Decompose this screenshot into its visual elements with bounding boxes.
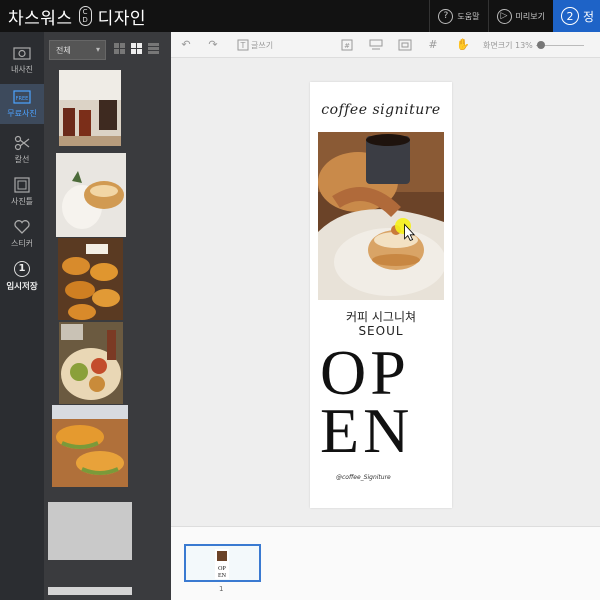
- rail-label: 칼선: [14, 155, 30, 164]
- svg-text:T: T: [240, 41, 246, 50]
- camera-icon: [13, 45, 31, 61]
- help-label: 도움말: [457, 11, 480, 21]
- brand-mark-icon: C D: [78, 6, 92, 26]
- poster-open-text[interactable]: OP EN: [320, 337, 446, 466]
- page-thumbnail-preview: OP EN: [215, 549, 229, 579]
- layout-icon[interactable]: [369, 39, 383, 51]
- page-thumbnail[interactable]: OP EN: [184, 544, 261, 582]
- rail-label: 임시저장: [6, 281, 38, 292]
- hand-icon[interactable]: ✋: [456, 39, 470, 51]
- rail-label: 내사진: [10, 65, 34, 74]
- rail-label: 무료사진: [7, 109, 37, 118]
- list-view-button[interactable]: [148, 43, 159, 54]
- page-strip: OP EN 1: [171, 526, 600, 600]
- preview-label: 미리보기: [515, 11, 545, 21]
- brand-mark-bottom: D: [82, 16, 88, 24]
- svg-text:#: #: [344, 42, 350, 50]
- asset-panel: 전체 ▾: [44, 32, 171, 600]
- help-button[interactable]: ? 도움말: [429, 0, 487, 32]
- zoom-slider-handle[interactable]: [537, 41, 545, 49]
- photo-thumbnail[interactable]: [59, 322, 123, 404]
- poster-city[interactable]: SEOUL: [310, 324, 452, 338]
- rail-item-stickers[interactable]: 스티커: [0, 214, 44, 254]
- tool-rail: 내사진 FREE 무료사진 칼선 사진틀 스티커 1 임시저장: [0, 32, 44, 600]
- photo-thumbnail[interactable]: [52, 405, 128, 487]
- editor-workspace: ↶ ↷ T 글쓰기 # # ✋ 화면크기 13% coffee signitur…: [171, 32, 600, 600]
- next-step-label: 정: [582, 9, 594, 24]
- open-line-1: OP: [320, 337, 410, 408]
- texture-thumbnail[interactable]: [48, 587, 132, 595]
- view-mode-toggle: [114, 43, 159, 54]
- brand-name-right: 디자인: [97, 8, 146, 29]
- save-number: 1: [14, 260, 30, 277]
- zoom-label: 화면크기 13%: [483, 41, 533, 50]
- editor-toolbar: ↶ ↷ T 글쓰기 # # ✋ 화면크기 13%: [171, 32, 600, 58]
- grid-small-view-button[interactable]: [114, 43, 125, 54]
- grid-icon[interactable]: #: [427, 39, 439, 51]
- texture-thumbnail[interactable]: [48, 502, 132, 560]
- play-icon: ▷: [496, 8, 512, 24]
- chevron-down-icon: ▾: [95, 45, 100, 54]
- hash-box-icon[interactable]: #: [341, 39, 353, 51]
- panel-header: 전체 ▾: [44, 32, 171, 66]
- poster-korean-name[interactable]: 커피 시그니쳐: [310, 308, 452, 325]
- next-step-button[interactable]: 2 정: [552, 0, 600, 32]
- svg-text:FREE: FREE: [16, 96, 29, 102]
- page-number: 1: [219, 585, 224, 593]
- image-box-icon[interactable]: [398, 39, 412, 51]
- rail-item-free-photos[interactable]: FREE 무료사진: [0, 84, 44, 124]
- write-text-button[interactable]: 글쓰기: [251, 40, 273, 51]
- top-actions: ? 도움말 ▷ 미리보기 2 정: [429, 0, 600, 32]
- free-photo-icon: FREE: [13, 89, 31, 105]
- brand-logo: 차스워스 C D 디자인: [8, 4, 146, 29]
- rail-item-temp-save[interactable]: 1 임시저장: [0, 256, 44, 296]
- filter-value: 전체: [56, 46, 71, 55]
- rail-item-frames[interactable]: 사진틀: [0, 172, 44, 212]
- brand-name-left: 차스워스: [8, 8, 73, 29]
- text-tool-icon[interactable]: T: [237, 39, 249, 51]
- svg-text:EN: EN: [218, 573, 227, 579]
- grid-view-button[interactable]: [131, 43, 142, 54]
- brand-mark-top: C: [82, 8, 88, 16]
- undo-icon[interactable]: ↶: [180, 39, 192, 51]
- redo-icon[interactable]: ↷: [207, 39, 219, 51]
- poster-script-title[interactable]: coffee signiture: [310, 102, 452, 118]
- heart-icon: [13, 219, 31, 235]
- frame-icon: [13, 177, 31, 193]
- rail-label: 사진틀: [10, 197, 34, 206]
- poster-photo[interactable]: [318, 132, 444, 300]
- photo-thumbnail[interactable]: [56, 153, 126, 237]
- category-filter-select[interactable]: 전체 ▾: [49, 40, 106, 60]
- poster-artboard[interactable]: coffee signiture 커피 시그니쳐 SEOUL OP EN @co…: [310, 82, 452, 508]
- save-number-icon: 1: [13, 260, 31, 277]
- preview-button[interactable]: ▷ 미리보기: [487, 0, 553, 32]
- rail-item-cut-line[interactable]: 칼선: [0, 130, 44, 170]
- rail-item-my-photos[interactable]: 내사진: [0, 40, 44, 80]
- photo-thumbnail[interactable]: [59, 70, 121, 146]
- rail-label: 스티커: [10, 239, 34, 248]
- question-icon: ?: [438, 8, 454, 24]
- top-bar: 차스워스 C D 디자인 ? 도움말 ▷ 미리보기 2 정: [0, 0, 600, 32]
- mouse-cursor-icon: [395, 218, 416, 241]
- poster-handle[interactable]: @coffee_Signiture: [336, 474, 391, 481]
- photo-thumbnail[interactable]: [58, 238, 123, 320]
- step-number-icon: 2: [560, 7, 579, 25]
- open-line-2: EN: [320, 395, 414, 466]
- design-canvas[interactable]: coffee signiture 커피 시그니쳐 SEOUL OP EN @co…: [171, 58, 600, 526]
- svg-text:OP: OP: [218, 566, 226, 572]
- scissors-icon: [13, 135, 31, 151]
